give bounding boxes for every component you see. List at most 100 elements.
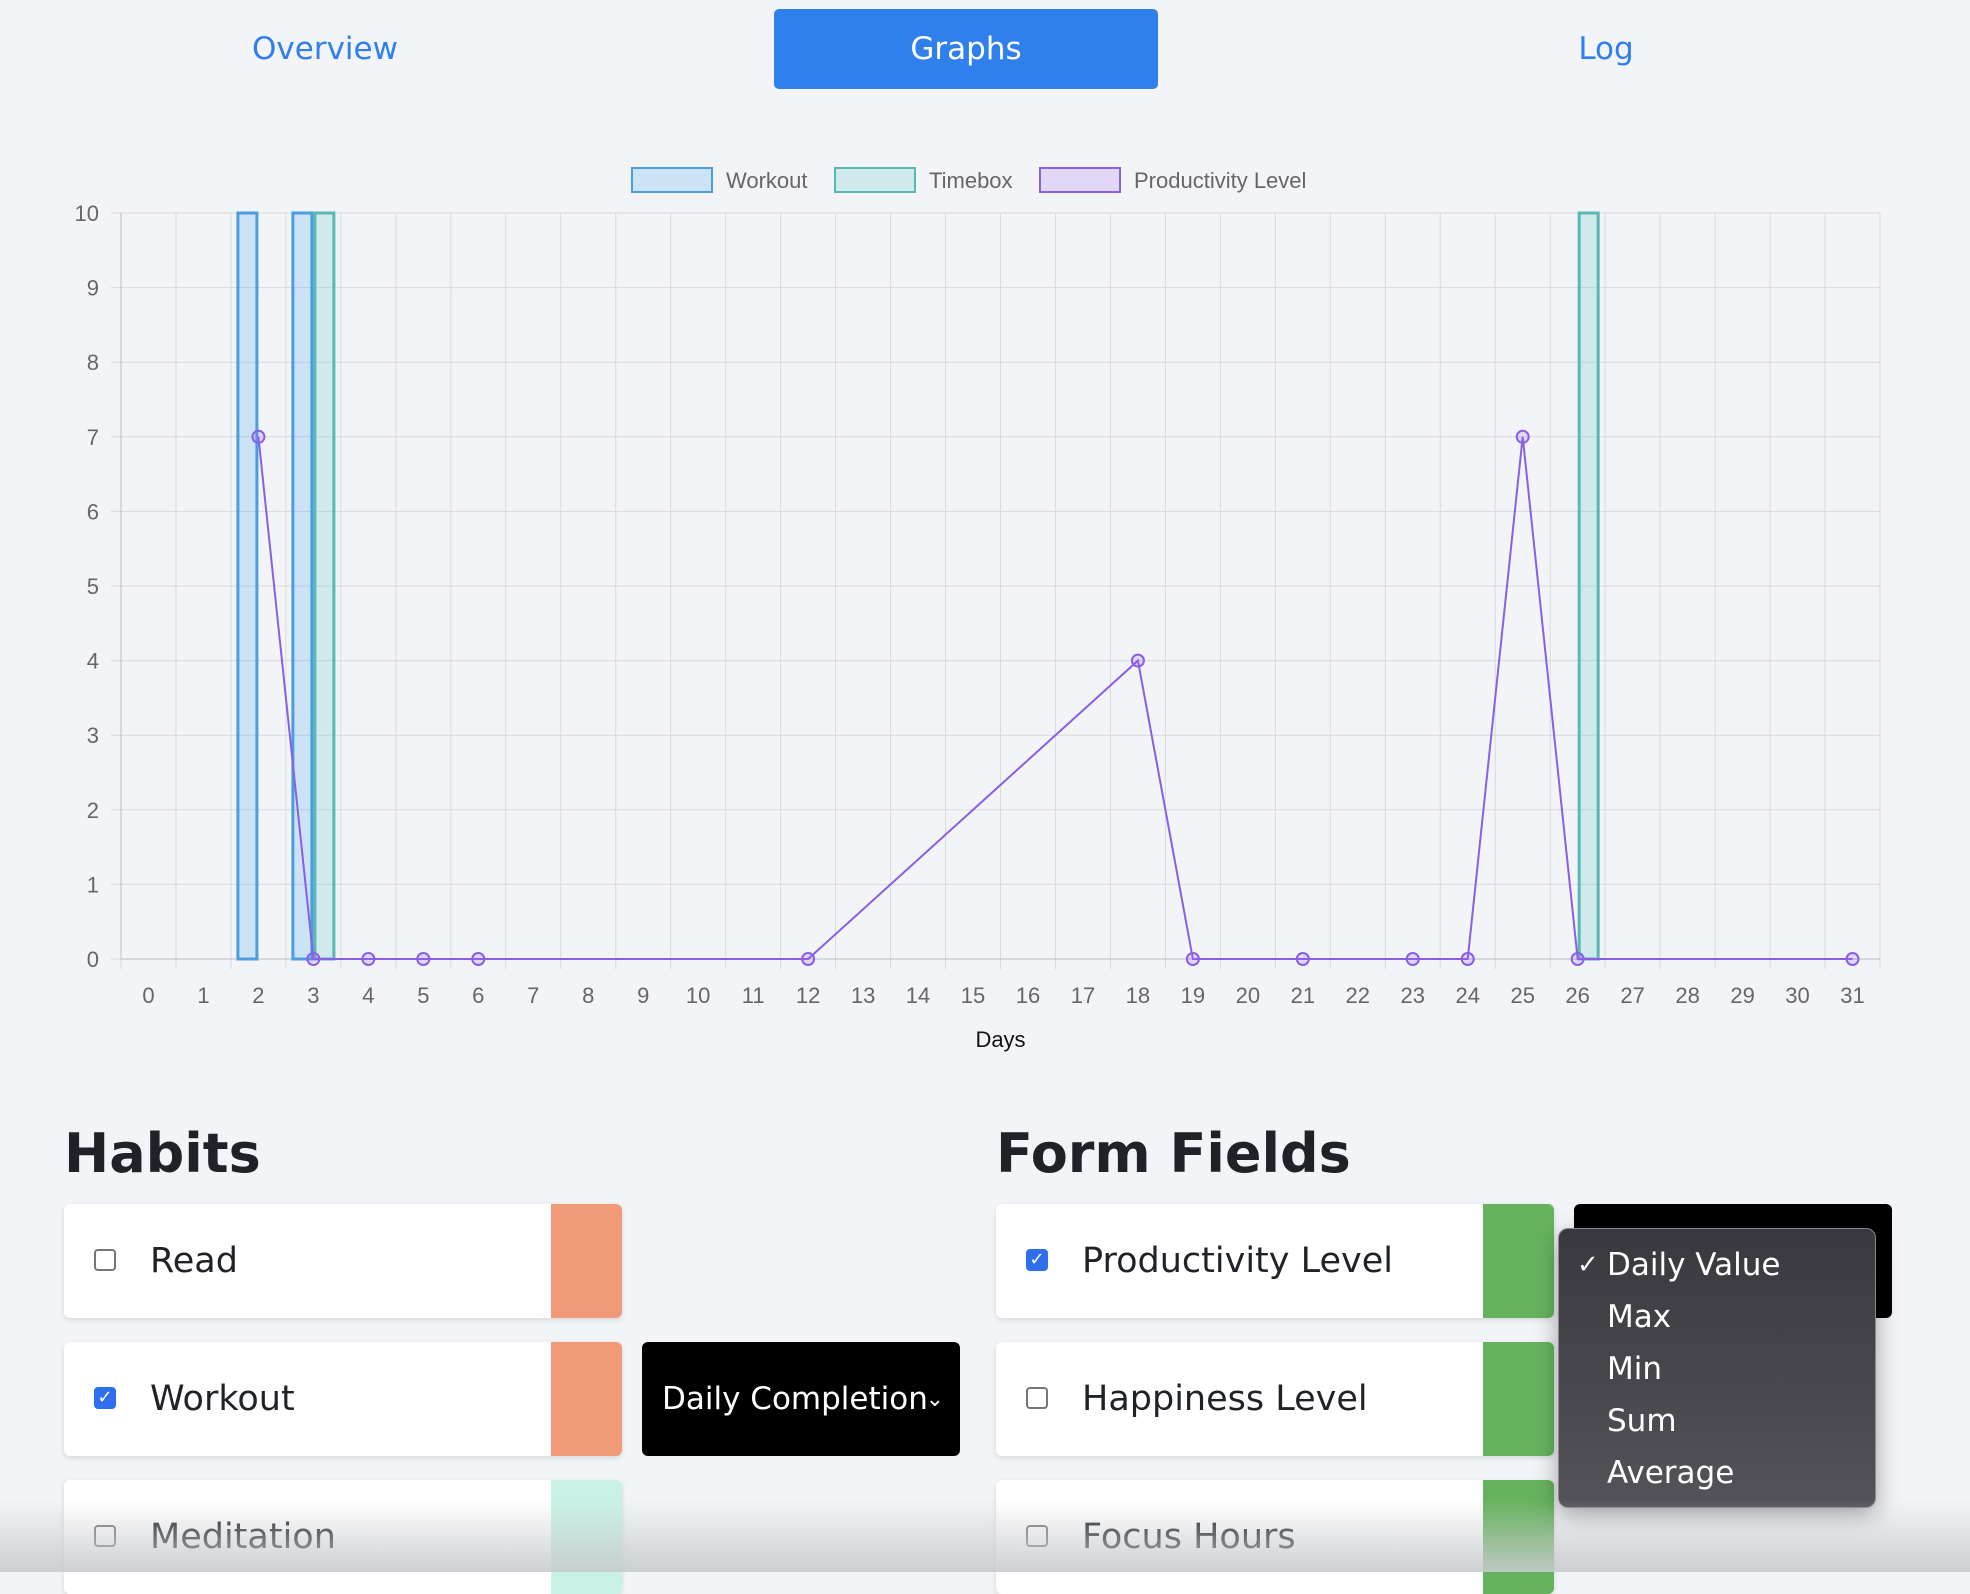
legend-label: Timebox <box>929 168 1013 193</box>
legend-swatch <box>631 167 713 193</box>
field-productivity-label: Productivity Level <box>1082 1241 1394 1281</box>
legend-label: Workout <box>726 168 808 193</box>
scroll-fade <box>0 1500 1970 1572</box>
field-card-happiness[interactable]: Happiness Level <box>996 1342 1554 1456</box>
habit-aggregation-value: Daily Completion <box>662 1381 928 1417</box>
x-tick-label: 20 <box>1236 983 1260 1008</box>
bar-timebox <box>313 211 336 961</box>
x-tick-label: 29 <box>1730 983 1754 1008</box>
habit-read-color-swatch[interactable] <box>551 1204 622 1318</box>
y-tick-label: 5 <box>87 574 99 599</box>
dropdown-option-daily-value[interactable]: ✓ Daily Value <box>1559 1239 1875 1291</box>
x-tick-label: 2 <box>252 983 264 1008</box>
field-productivity-checkbox[interactable]: ✓ <box>1026 1249 1048 1271</box>
x-tick-label: 23 <box>1401 983 1425 1008</box>
y-tick-label: 4 <box>87 649 99 674</box>
field-card-productivity[interactable]: ✓ Productivity Level <box>996 1204 1554 1318</box>
y-tick-label: 9 <box>87 276 99 301</box>
legend-swatch <box>834 167 916 193</box>
bar-timebox <box>1577 211 1600 961</box>
option-label: Average <box>1607 1455 1735 1491</box>
point-productivity-level <box>471 952 486 966</box>
x-tick-label: 15 <box>961 983 985 1008</box>
dropdown-option-max[interactable]: Max <box>1559 1291 1875 1343</box>
x-tick-label: 13 <box>851 983 875 1008</box>
point-productivity-level <box>1185 952 1200 966</box>
x-tick-label: 21 <box>1291 983 1315 1008</box>
point-productivity-level <box>416 952 431 966</box>
x-tick-label: 27 <box>1620 983 1644 1008</box>
x-tick-label: 7 <box>527 983 539 1008</box>
x-tick-label: 19 <box>1181 983 1205 1008</box>
option-label: Sum <box>1607 1403 1677 1439</box>
x-tick-label: 12 <box>796 983 820 1008</box>
checkmark-icon: ✓ <box>1577 1250 1599 1280</box>
habit-workout-checkbox[interactable]: ✓ <box>94 1387 116 1409</box>
habit-card-read[interactable]: Read <box>64 1204 622 1318</box>
field-productivity-color-swatch[interactable] <box>1483 1204 1554 1318</box>
x-tick-label: 6 <box>472 983 484 1008</box>
tab-log[interactable]: Log <box>1286 9 1926 89</box>
bar-workout <box>236 211 259 961</box>
dropdown-option-min[interactable]: Min <box>1559 1343 1875 1395</box>
x-tick-label: 30 <box>1785 983 1809 1008</box>
option-label: Min <box>1607 1351 1663 1387</box>
y-tick-label: 10 <box>75 201 99 226</box>
point-productivity-level <box>801 952 816 966</box>
chart: 0123456789100 1 2 3 4 5 6 7 8 9 10 11 12 13 14 15 16 17 18… <box>75 167 1881 1052</box>
point-productivity-level <box>1515 429 1530 444</box>
x-tick-label: 10 <box>686 983 710 1008</box>
point-productivity-level <box>361 952 376 966</box>
x-tick-label: 11 <box>742 983 765 1008</box>
option-label: Max <box>1607 1299 1672 1335</box>
y-tick-label: 8 <box>87 350 99 375</box>
x-tick-label: 17 <box>1071 983 1095 1008</box>
habit-card-workout[interactable]: ✓ Workout <box>64 1342 622 1456</box>
y-tick-label: 2 <box>87 798 99 823</box>
x-tick-label: 16 <box>1016 983 1040 1008</box>
x-tick-label: 8 <box>582 983 594 1008</box>
x-tick-label: 18 <box>1126 983 1150 1008</box>
field-happiness-color-swatch[interactable] <box>1483 1342 1554 1456</box>
tab-overview[interactable]: Overview <box>0 9 650 89</box>
form-fields-title: Form Fields <box>996 1122 1351 1185</box>
field-happiness-label: Happiness Level <box>1082 1379 1368 1419</box>
x-tick-label: 25 <box>1510 983 1534 1008</box>
y-tick-label: 7 <box>87 425 99 450</box>
x-tick-label: 14 <box>906 983 930 1008</box>
x-tick-label: 3 <box>307 983 319 1008</box>
checkmark-icon: ✓ <box>1029 1249 1045 1270</box>
point-productivity-level <box>251 429 266 444</box>
x-tick-label: 5 <box>417 983 429 1008</box>
x-tick-label: 31 <box>1840 983 1864 1008</box>
habit-workout-color-swatch[interactable] <box>551 1342 622 1456</box>
y-tick-label: 3 <box>87 723 99 748</box>
dropdown-option-average[interactable]: Average <box>1559 1447 1875 1499</box>
field-happiness-checkbox[interactable] <box>1026 1387 1048 1409</box>
x-tick-label: 0 <box>142 983 154 1008</box>
habit-read-label: Read <box>150 1241 238 1281</box>
x-tick-label: 22 <box>1346 983 1370 1008</box>
point-productivity-level <box>1460 952 1475 966</box>
checkmark-icon: ✓ <box>97 1387 113 1408</box>
tab-graphs[interactable]: Graphs <box>774 9 1158 89</box>
option-label: Daily Value <box>1607 1247 1781 1283</box>
x-tick-label: 9 <box>637 983 649 1008</box>
y-tick-label: 0 <box>87 947 99 972</box>
x-tick-label: 28 <box>1675 983 1699 1008</box>
y-tick-label: 1 <box>87 872 99 897</box>
habit-workout-label: Workout <box>150 1379 295 1419</box>
habit-read-checkbox[interactable] <box>94 1249 116 1271</box>
point-productivity-level <box>1130 653 1145 668</box>
chevron-down-icon: ⌄ <box>925 1386 944 1412</box>
point-productivity-level <box>1845 952 1860 966</box>
point-productivity-level <box>306 952 321 966</box>
legend-swatch <box>1039 167 1121 193</box>
point-productivity-level <box>1295 952 1310 966</box>
dropdown-option-sum[interactable]: Sum <box>1559 1395 1875 1447</box>
x-axis-title: Days <box>975 1027 1025 1052</box>
habits-title: Habits <box>64 1122 261 1185</box>
y-tick-label: 6 <box>87 499 99 524</box>
habit-aggregation-select[interactable]: Daily Completion ⌄ <box>642 1342 960 1456</box>
top-nav: Overview Graphs Log <box>0 9 1970 89</box>
